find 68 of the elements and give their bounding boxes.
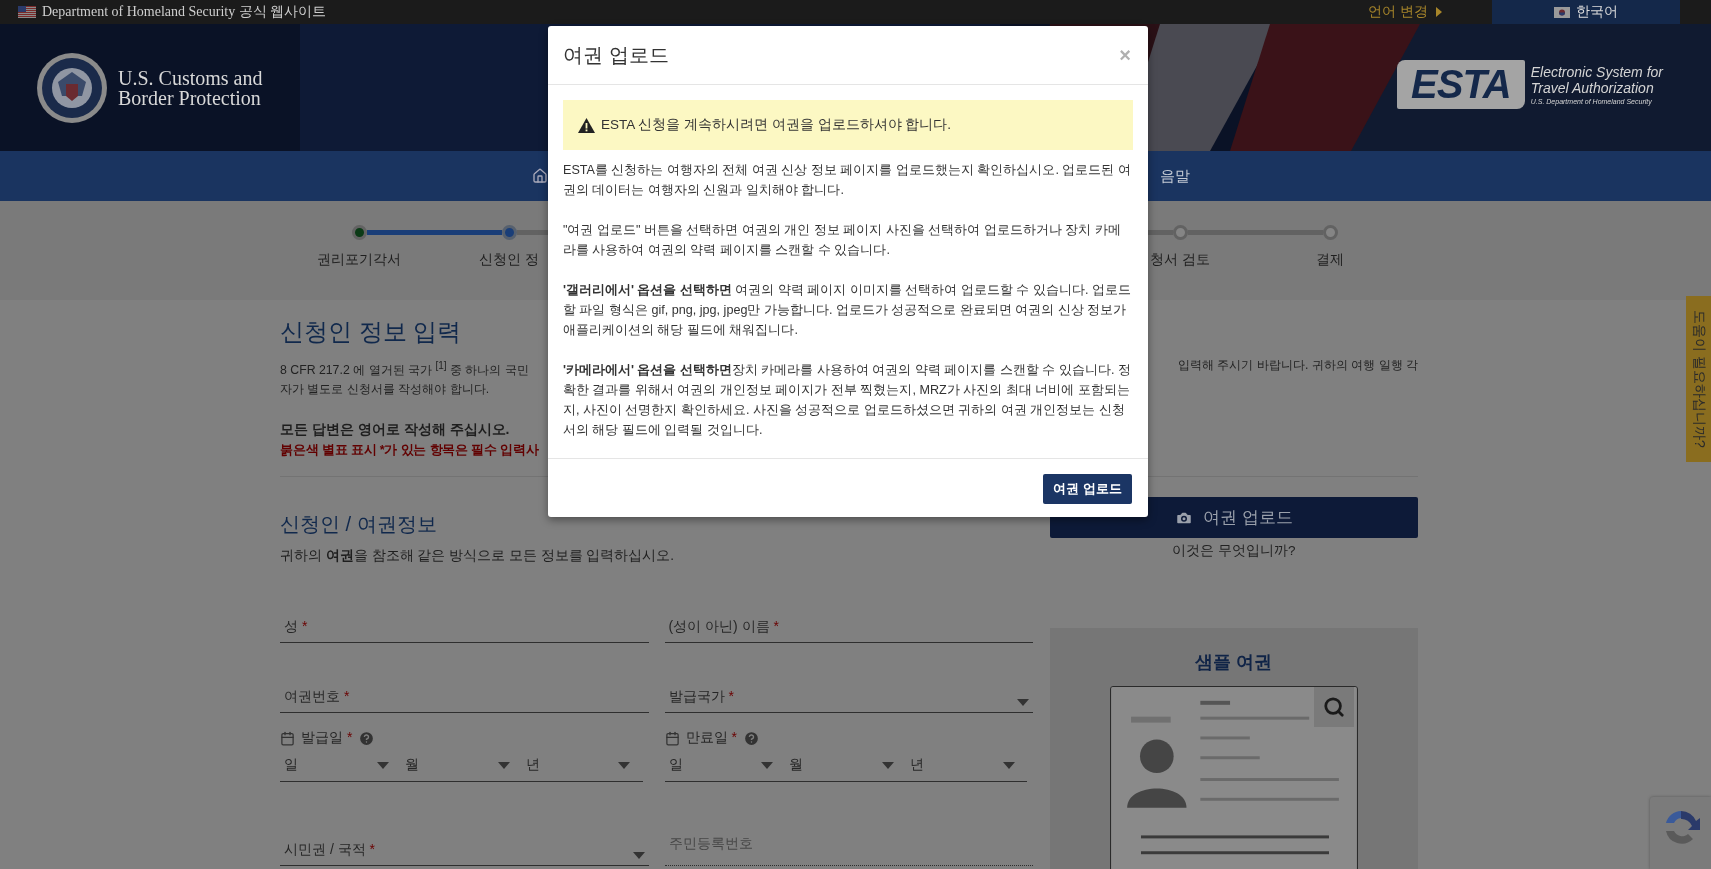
search-icon <box>1323 696 1345 719</box>
caret-icon <box>882 761 895 769</box>
step-dot[interactable] <box>1322 224 1338 240</box>
dropdown-field[interactable]: 년 <box>906 753 1027 782</box>
esta-logo-mark: ESTA <box>1397 60 1525 109</box>
input-field[interactable]: (성이 아닌) 이름 * <box>664 603 1033 644</box>
field-label: 발급일 * <box>301 729 353 748</box>
dropdown-field[interactable]: 일 <box>664 753 786 782</box>
caret-icon <box>497 761 510 769</box>
logo-tagline: Electronic System for Travel Authorization <box>1530 64 1663 96</box>
dialog-paragraph: '카메라에서' 옵션을 선택하면장치 카메라를 사용하여 여권의 약력 페이지를 스캔할 수 있습니다. 정확한 결과를 위해서 여권의 개인정보 페이지가 전부 찍혔는지, MRZ가 사진의 최대 너비에 포함되는지, 사진이 선명한지 확인하세요. 사진을 성공적으로 업로드하셨으면 귀하의 여권 개인정보는 신청서의 해당 필드에 입력될 것입니다. <box>563 362 1132 439</box>
dropdown-field[interactable]: 시민권 / 국적 * <box>280 826 649 867</box>
intro-text: 자가 별도로 신청서를 작성해야 합니다. <box>280 381 490 399</box>
required-note: 붉은색 별표 표시 *가 있는 항목은 필수 입력사 <box>280 442 539 460</box>
input-field[interactable]: 성 * <box>280 603 649 644</box>
seal-icon <box>36 51 108 124</box>
field-label: 만료일 * <box>685 729 737 748</box>
step-dot[interactable] <box>501 224 517 240</box>
dialog-title: 여권 업로드 <box>563 42 669 68</box>
step-label: 신청인 정 <box>479 251 539 269</box>
intro-text: 입력해 주시기 바랍니다. 귀하의 여행 일행 각 <box>1178 357 1418 374</box>
section-subtitle: 귀하의 여권을 참조해 같은 방식으로 모든 정보를 입력하십시오. <box>280 547 675 566</box>
language-change-link[interactable]: 언어 변경 <box>1368 3 1442 21</box>
warning-icon <box>578 117 595 133</box>
warning-alert: ESTA 신청을 계속하시려면 여권을 업로드하셔야 합니다. <box>563 100 1133 150</box>
section-title: 신청인 / 여권정보 <box>280 512 437 538</box>
caret-icon <box>632 852 645 860</box>
help-icon[interactable] <box>358 729 376 747</box>
flag-icon <box>18 6 36 18</box>
step-label: 결제 <box>1316 251 1344 269</box>
dropdown-field[interactable]: 월 <box>400 753 522 782</box>
dropdown-field[interactable]: 월 <box>785 753 907 782</box>
caret-icon <box>376 761 389 769</box>
agency-name: U.S. Customs and Border Protection <box>118 67 263 108</box>
step-label: 권리포기각서 <box>317 251 401 269</box>
language-button[interactable]: 한국어 <box>1492 0 1680 24</box>
dialog-paragraph: ESTA를 신청하는 여행자의 전체 여권 신상 정보 페이지를 업로드했는지 확인하십시오. 업로드된 여권의 데이터는 여행자의 신원과 일치해야 합니다. <box>563 162 1132 199</box>
upload-button[interactable]: 여권 업로드 <box>1043 474 1132 504</box>
caret-icon <box>761 761 774 769</box>
caret-icon <box>1017 699 1029 707</box>
intro-text: 8 CFR 217.2 에 열거된 국가 $^{[1]}$ 중 하나의 국민 <box>280 359 529 380</box>
calendar-icon <box>664 730 680 746</box>
step-dot[interactable] <box>351 224 367 240</box>
panel-title: 샘플 여권 <box>1195 651 1273 675</box>
help-icon[interactable] <box>742 729 760 747</box>
home-icon[interactable] <box>532 168 548 184</box>
help-link[interactable]: 이것은 무엇입니까? <box>1172 542 1296 561</box>
step-dot[interactable] <box>1172 224 1188 240</box>
dialog-paragraph: "여권 업로드" 버튼을 선택하면 여권의 개인 정보 페이지 사진을 선택하여 업로드하거나 장치 카메라를 사용하여 여권의 약력 페이지를 스캔할 수 있습니다. <box>563 222 1122 259</box>
calendar-icon <box>280 730 295 746</box>
page-title: 신청인 정보 입력 <box>280 317 462 347</box>
help-tab[interactable]: 도움이 필요하십니까? <box>1686 296 1711 462</box>
caret-icon <box>1436 7 1442 17</box>
input-field[interactable]: 주민등록번호 <box>664 826 1033 867</box>
step-label: 청서 검토 <box>1150 251 1210 269</box>
notice-text: 모든 답변은 영어로 작성해 주십시오. <box>280 421 510 440</box>
flag-icon <box>1554 6 1570 18</box>
site-label: Department of Homeland Security 공식 웹사이트 <box>42 3 327 21</box>
input-field[interactable]: 여권번호 * <box>280 673 649 714</box>
dropdown-field[interactable]: 년 <box>521 753 643 782</box>
dialog-paragraph: '갤러리에서' 옵션을 선택하면 여권의 약력 페이지 이미지를 선택하여 업로드할 수 있습니다. 업로드할 파일 형식은 gif, png, jpg, jpeg만 가능합니다. 업로드가 성공적으로 완료되면 여권의 신상 정보가 애플리케이션의 해당 필드에 채워집니다. <box>563 282 1132 339</box>
caret-icon <box>618 761 631 769</box>
nav-link[interactable]: 음말 <box>1160 166 1190 186</box>
close-button[interactable]: × <box>1117 43 1133 67</box>
dropdown-field[interactable]: 발급국가 * <box>664 673 1033 714</box>
dropdown-field[interactable]: 일 <box>280 753 401 782</box>
magnify-button[interactable] <box>1314 687 1354 728</box>
caret-icon <box>1003 761 1015 769</box>
